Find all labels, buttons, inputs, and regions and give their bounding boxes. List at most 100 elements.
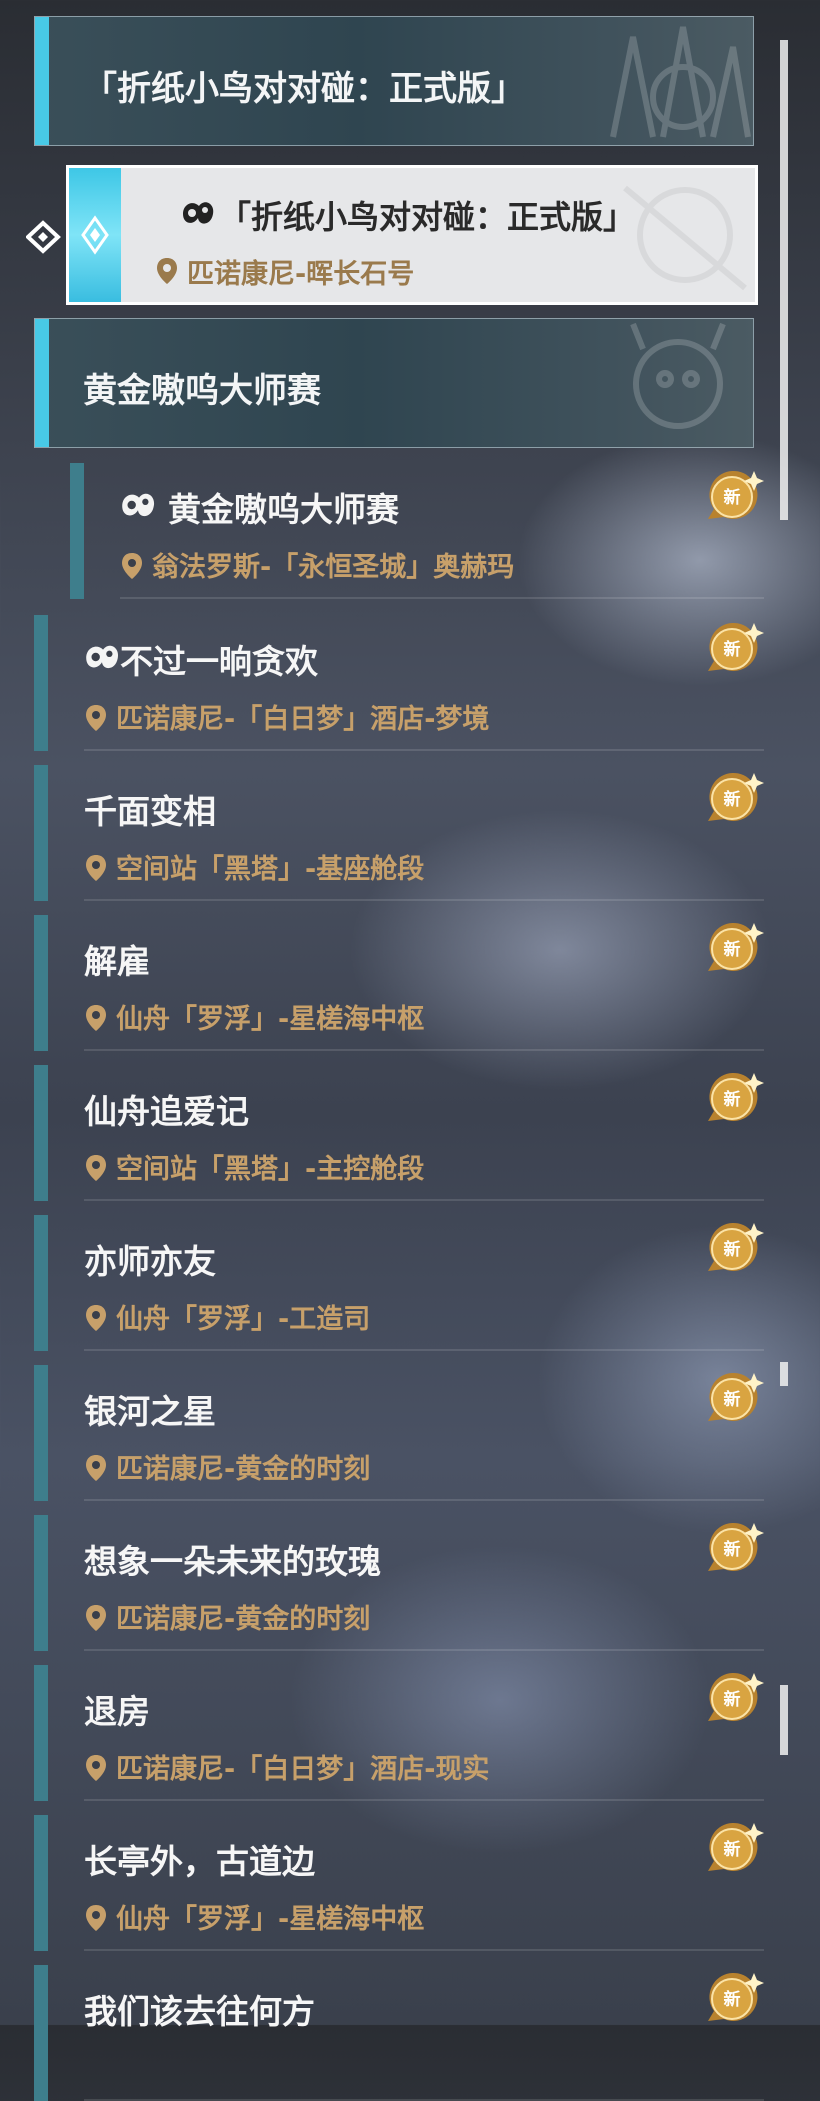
new-badge-label: 新 <box>724 789 741 810</box>
quest-row-accent <box>34 1215 48 1351</box>
quest-location: 空间站「黑塔」-主控舱段 <box>116 1154 425 1185</box>
quest-row[interactable]: 我们该去往何方 新 <box>34 1965 764 2101</box>
scrollbar-thumb-bottom[interactable] <box>780 1685 788 1755</box>
row-divider <box>84 1049 764 1051</box>
quest-title: 解雇 <box>84 942 150 981</box>
row-divider <box>84 1949 764 1951</box>
category-header-golden-awoo[interactable]: 黄金嗷呜大师赛 <box>34 318 754 448</box>
location-pin-icon <box>86 1755 106 1781</box>
quest-location: 仙舟「罗浮」-工造司 <box>116 1304 371 1335</box>
selection-pointer-icon <box>26 220 61 254</box>
quest-row-accent <box>34 1515 48 1651</box>
quest-row[interactable]: 千面变相空间站「黑塔」-基座舱段 新 <box>34 765 764 901</box>
quest-location: 仙舟「罗浮」-星槎海中枢 <box>116 1004 425 1035</box>
game-controller-icon <box>86 645 119 669</box>
category-emblem-icon <box>610 26 751 138</box>
quest-row[interactable]: 黄金嗷呜大师赛翁法罗斯-「永恒圣城」奥赫玛 新 <box>70 463 764 599</box>
new-badge-icon: 新 <box>708 1222 764 1271</box>
row-divider <box>84 749 764 751</box>
quest-title: 仙舟追爱记 <box>84 1092 249 1131</box>
game-controller-icon <box>183 202 214 224</box>
game-controller-icon <box>122 493 155 517</box>
new-badge-label: 新 <box>724 1389 741 1410</box>
quest-location: 空间站「黑塔」-基座舱段 <box>116 854 425 885</box>
location-pin-icon <box>86 1005 106 1031</box>
category-accent-bar <box>35 17 49 145</box>
new-badge-label: 新 <box>724 1689 741 1710</box>
new-badge-icon: 新 <box>708 1672 764 1721</box>
selected-quest-card[interactable]: 「折纸小鸟对对碰：正式版」 匹诺康尼-晖长石号 <box>66 165 758 305</box>
new-badge-icon: 新 <box>708 1372 764 1421</box>
location-pin-icon <box>86 1455 106 1481</box>
quest-emblem-icon <box>623 185 747 291</box>
scrollbar-thumb-lower[interactable] <box>780 1362 788 1386</box>
quest-row-accent <box>34 1365 48 1501</box>
quest-row-accent <box>34 1065 48 1201</box>
quest-row[interactable]: 仙舟追爱记空间站「黑塔」-主控舱段 新 <box>34 1065 764 1201</box>
quest-location: 匹诺康尼-「白日梦」酒店-现实 <box>116 1754 490 1785</box>
quest-row-accent <box>34 1815 48 1951</box>
new-badge-label: 新 <box>724 1539 741 1560</box>
category-header-origami-bird[interactable]: 「折纸小鸟对对碰：正式版」 <box>34 16 754 146</box>
quest-row[interactable]: 银河之星匹诺康尼-黄金的时刻 新 <box>34 1365 764 1501</box>
new-badge-icon: 新 <box>708 1972 764 2021</box>
quest-title: 我们该去往何方 <box>84 1992 315 2031</box>
scrollbar-thumb[interactable] <box>780 40 788 520</box>
quest-row-accent <box>34 615 48 751</box>
quest-title: 长亭外，古道边 <box>84 1842 315 1881</box>
quest-title: 银河之星 <box>84 1392 216 1431</box>
new-badge-label: 新 <box>724 1839 741 1860</box>
new-badge-icon: 新 <box>708 1072 764 1121</box>
quest-title: 想象一朵未来的玫瑰 <box>84 1542 381 1581</box>
new-badge-label: 新 <box>724 1239 741 1260</box>
new-badge-icon: 新 <box>708 1822 764 1871</box>
quest-row[interactable]: 亦师亦友 仙舟「罗浮」-工造司 新 <box>34 1215 764 1351</box>
location-pin-icon <box>157 258 177 284</box>
quest-row[interactable]: 退房匹诺康尼-「白日梦」酒店-现实 新 <box>34 1665 764 1801</box>
new-badge-label: 新 <box>724 1989 741 2010</box>
category-emblem-icon <box>630 322 726 429</box>
category-accent-bar <box>35 319 49 447</box>
category-title: 「折纸小鸟对对碰：正式版」 <box>83 69 525 109</box>
quest-location: 匹诺康尼-黄金的时刻 <box>116 1604 371 1635</box>
new-badge-label: 新 <box>724 1089 741 1110</box>
location-pin-icon <box>86 705 106 731</box>
row-divider <box>84 1799 764 1801</box>
quest-location: 仙舟「罗浮」-星槎海中枢 <box>116 1904 425 1935</box>
new-badge-icon: 新 <box>708 470 764 519</box>
row-divider <box>84 899 764 901</box>
category-title: 黄金嗷呜大师赛 <box>83 371 321 411</box>
selected-crystal-marker <box>69 168 121 302</box>
location-pin-icon <box>86 1155 106 1181</box>
row-divider <box>84 1349 764 1351</box>
location-pin-icon <box>86 1605 106 1631</box>
row-divider <box>84 1649 764 1651</box>
location-pin-icon <box>86 855 106 881</box>
quest-row-accent <box>34 765 48 901</box>
location-pin-icon <box>122 553 142 579</box>
new-badge-icon: 新 <box>708 922 764 971</box>
row-divider <box>120 597 764 599</box>
quest-row-accent <box>34 915 48 1051</box>
quest-row[interactable]: 解雇仙舟「罗浮」-星槎海中枢 新 <box>34 915 764 1051</box>
quest-title: 黄金嗷呜大师赛 <box>168 490 399 529</box>
quest-title: 千面变相 <box>84 792 216 831</box>
quest-location: 匹诺康尼-「白日梦」酒店-梦境 <box>116 704 490 735</box>
new-badge-label: 新 <box>724 639 741 660</box>
quest-row[interactable]: 长亭外，古道边仙舟「罗浮」-星槎海中枢 新 <box>34 1815 764 1951</box>
selected-quest-location: 匹诺康尼-晖长石号 <box>187 259 415 290</box>
new-badge-label: 新 <box>724 487 741 508</box>
quest-row-accent <box>34 1665 48 1801</box>
quest-row[interactable]: 想象一朵未来的玫瑰匹诺康尼-黄金的时刻 新 <box>34 1515 764 1651</box>
quest-location: 翁法罗斯-「永恒圣城」奥赫玛 <box>152 552 515 583</box>
quest-row-accent <box>70 463 84 599</box>
quest-location: 匹诺康尼-黄金的时刻 <box>116 1454 371 1485</box>
quest-title: 退房 <box>84 1692 150 1731</box>
row-divider <box>84 1499 764 1501</box>
quest-row-accent <box>34 1965 48 2101</box>
quest-title: 不过一晌贪欢 <box>120 642 318 681</box>
row-divider <box>84 1199 764 1201</box>
quest-row[interactable]: 不过一晌贪欢匹诺康尼-「白日梦」酒店-梦境 新 <box>34 615 764 751</box>
new-badge-label: 新 <box>724 939 741 960</box>
location-pin-icon <box>86 1305 106 1331</box>
